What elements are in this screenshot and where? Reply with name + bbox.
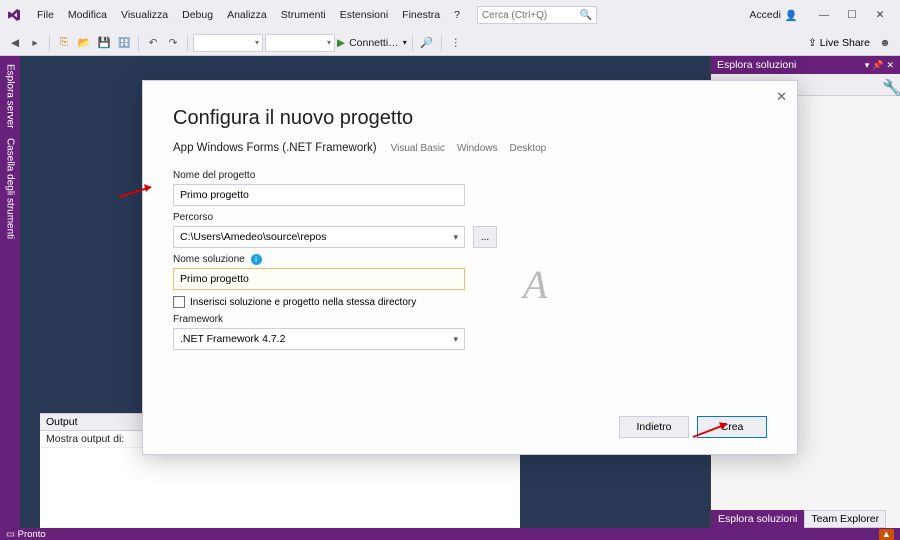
dialog-title: Configura il nuovo progetto	[173, 107, 767, 130]
comment-button[interactable]: ⋮	[447, 34, 465, 52]
left-dock: Esplora server Casella degli strumenti	[0, 56, 20, 528]
tab-solution-explorer[interactable]: Esplora soluzioni	[711, 510, 804, 528]
new-project-button[interactable]: ⎘	[55, 34, 73, 52]
pane-dropdown-icon[interactable]: ▾	[865, 60, 870, 71]
watermark: A	[523, 261, 547, 308]
server-explorer-tab[interactable]: Esplora server	[3, 60, 18, 132]
editor-area: Output Mostra output di: ✕ Configura il …	[20, 56, 710, 528]
live-share-button[interactable]: ⇪Live Share	[808, 37, 870, 49]
template-name: App Windows Forms (.NET Framework)	[173, 142, 377, 154]
label-path: Percorso	[173, 212, 767, 223]
open-file-button[interactable]: 📂	[75, 34, 93, 52]
solution-config-combo[interactable]	[193, 34, 263, 52]
back-button[interactable]: Indietro	[619, 416, 689, 438]
minimize-button[interactable]: —	[810, 5, 838, 25]
tag-type: Desktop	[510, 143, 547, 154]
checkbox-label: Inserisci soluzione e progetto nella ste…	[190, 297, 416, 308]
connect-label: Connetti…	[349, 37, 399, 49]
quick-search-input[interactable]: Cerca (Ctrl+Q) 🔍	[477, 6, 597, 24]
undo-button[interactable]: ↶	[144, 34, 162, 52]
nav-back-button[interactable]: ◀	[6, 34, 24, 52]
create-button[interactable]: Crea	[697, 416, 767, 438]
menu-file[interactable]: File	[30, 6, 61, 24]
info-icon[interactable]: i	[251, 254, 262, 265]
menu-tools[interactable]: Strumenti	[274, 6, 333, 24]
menu-analyze[interactable]: Analizza	[220, 6, 274, 24]
redo-button[interactable]: ↷	[164, 34, 182, 52]
search-placeholder: Cerca (Ctrl+Q)	[482, 10, 547, 21]
tag-lang: Visual Basic	[391, 143, 445, 154]
user-icon: 👤	[785, 9, 798, 22]
project-name-input[interactable]	[173, 184, 465, 206]
sign-in-label: Accedi	[749, 9, 781, 21]
search-icon: 🔍	[580, 10, 592, 21]
same-directory-checkbox[interactable]: Inserisci soluzione e progetto nella ste…	[173, 296, 767, 308]
pane-pin-icon[interactable]: 📌	[872, 60, 883, 71]
status-window-icon: ▭	[6, 529, 15, 540]
menu-edit[interactable]: Modifica	[61, 6, 114, 24]
nav-fwd-button[interactable]: ▸	[26, 34, 44, 52]
save-button[interactable]: 💾	[95, 34, 113, 52]
label-solution-name: Nome soluzione i	[173, 254, 767, 265]
checkbox-box	[173, 296, 185, 308]
close-window-button[interactable]: ✕	[866, 5, 894, 25]
main-area: Esplora server Casella degli strumenti O…	[0, 56, 900, 528]
wrench-icon[interactable]: 🔧	[882, 78, 896, 92]
tag-platform: Windows	[457, 143, 498, 154]
solution-name-input[interactable]	[173, 268, 465, 290]
menu-debug[interactable]: Debug	[175, 6, 220, 24]
status-bar: ▭ Pronto ▲	[0, 528, 900, 540]
output-source-label: Mostra output di:	[46, 433, 124, 445]
find-in-files-button[interactable]: 🔎	[418, 34, 436, 52]
toolbox-tab[interactable]: Casella degli strumenti	[3, 134, 18, 243]
play-icon: ▶	[337, 37, 345, 49]
notifications-icon[interactable]: ▲	[879, 529, 894, 540]
share-icon: ⇪	[808, 37, 817, 49]
title-bar: File Modifica Visualizza Debug Analizza …	[0, 0, 900, 30]
status-ready: Pronto	[18, 529, 46, 540]
pane-close-icon[interactable]: ✕	[886, 60, 894, 71]
sign-in-link[interactable]: Accedi 👤	[743, 9, 804, 22]
solution-explorer-title: Esplora soluzioni	[717, 59, 796, 71]
menu-view[interactable]: Visualizza	[114, 6, 175, 24]
new-project-dialog: ✕ Configura il nuovo progetto App Window…	[142, 80, 798, 455]
browse-button[interactable]: ...	[473, 226, 497, 248]
menu-help[interactable]: ?	[447, 6, 467, 24]
feedback-button[interactable]: ☻	[876, 34, 894, 52]
framework-combo[interactable]: .NET Framework 4.7.2	[173, 328, 465, 350]
menu-extensions[interactable]: Estensioni	[333, 6, 395, 24]
start-connect-button[interactable]: ▶ Connetti… ▾	[337, 37, 407, 49]
annotation-arrow-1	[117, 181, 157, 201]
dialog-close-button[interactable]: ✕	[776, 89, 787, 105]
save-all-button[interactable]: 🗄	[115, 34, 133, 52]
standard-toolbar: ◀ ▸ ⎘ 📂 💾 🗄 ↶ ↷ ▶ Connetti… ▾ 🔎 ⋮ ⇪Live …	[0, 30, 900, 56]
template-tags: Visual Basic Windows Desktop	[391, 143, 547, 154]
label-project-name: Nome del progetto	[173, 170, 767, 181]
menu-window[interactable]: Finestra	[395, 6, 447, 24]
vs-logo-icon	[6, 7, 22, 23]
tab-team-explorer[interactable]: Team Explorer	[804, 510, 886, 528]
maximize-button[interactable]: ☐	[838, 5, 866, 25]
menu-bar: File Modifica Visualizza Debug Analizza …	[30, 6, 467, 24]
label-framework: Framework	[173, 314, 767, 325]
path-combo[interactable]: C:\Users\Amedeo\source\repos	[173, 226, 465, 248]
solution-platform-combo[interactable]	[265, 34, 335, 52]
